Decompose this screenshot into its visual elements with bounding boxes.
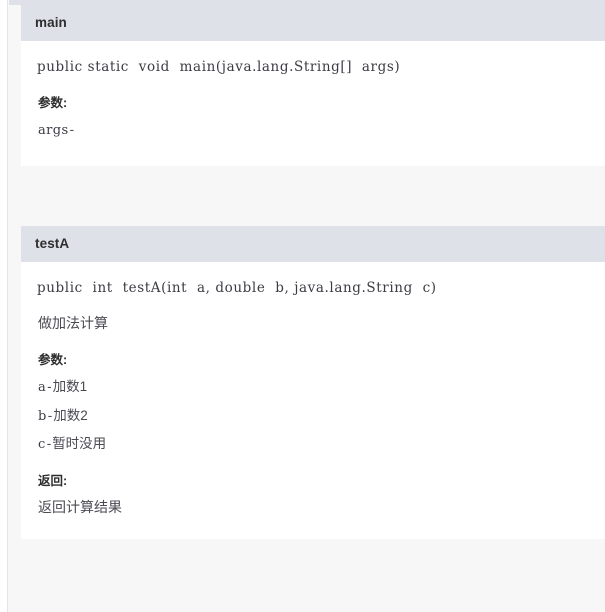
method-block-main: main public static void main(java.lang.S… (9, 5, 605, 166)
method-detail-list: main public static void main(java.lang.S… (9, 5, 605, 612)
left-gutter (0, 0, 8, 612)
method-block-testa: testA public int testA(int a, double b, … (9, 225, 605, 539)
method-body-testa: public int testA(int a, double b, java.l… (21, 261, 605, 539)
params-label-main: 参数: (38, 96, 68, 111)
param-name: a (38, 380, 47, 396)
method-header-testa: testA (21, 225, 605, 262)
param-name: b (38, 408, 47, 424)
returns-label-testa: 返回: (38, 474, 68, 489)
method-signature-main: public static void main(java.lang.String… (37, 59, 401, 75)
method-header-main: main (21, 5, 605, 41)
returns-value-testa: 返回计算结果 (38, 499, 122, 516)
param-item: a-加数1 (38, 379, 591, 396)
params-list-main: args- (35, 122, 591, 139)
param-desc: 加数1 (52, 379, 88, 395)
params-list-testa: a-加数1 b-加数2 c-暂时没用 (35, 379, 591, 453)
param-item: args- (38, 122, 591, 139)
method-body-main: public static void main(java.lang.String… (21, 41, 605, 166)
param-dash: - (69, 122, 75, 138)
method-description-testa: 做加法计算 (38, 314, 108, 331)
param-name: args (38, 123, 69, 139)
param-item: c-暂时没用 (38, 436, 591, 453)
param-desc: 暂时没用 (52, 435, 107, 451)
params-label-testa: 参数: (38, 353, 68, 368)
javadoc-page: main public static void main(java.lang.S… (0, 0, 605, 612)
param-item: b-加数2 (38, 408, 591, 425)
param-name: c (38, 436, 46, 452)
section-gap (9, 165, 605, 226)
param-desc: 加数2 (53, 407, 88, 423)
method-signature-testa: public int testA(int a, double b, java.l… (37, 279, 437, 296)
